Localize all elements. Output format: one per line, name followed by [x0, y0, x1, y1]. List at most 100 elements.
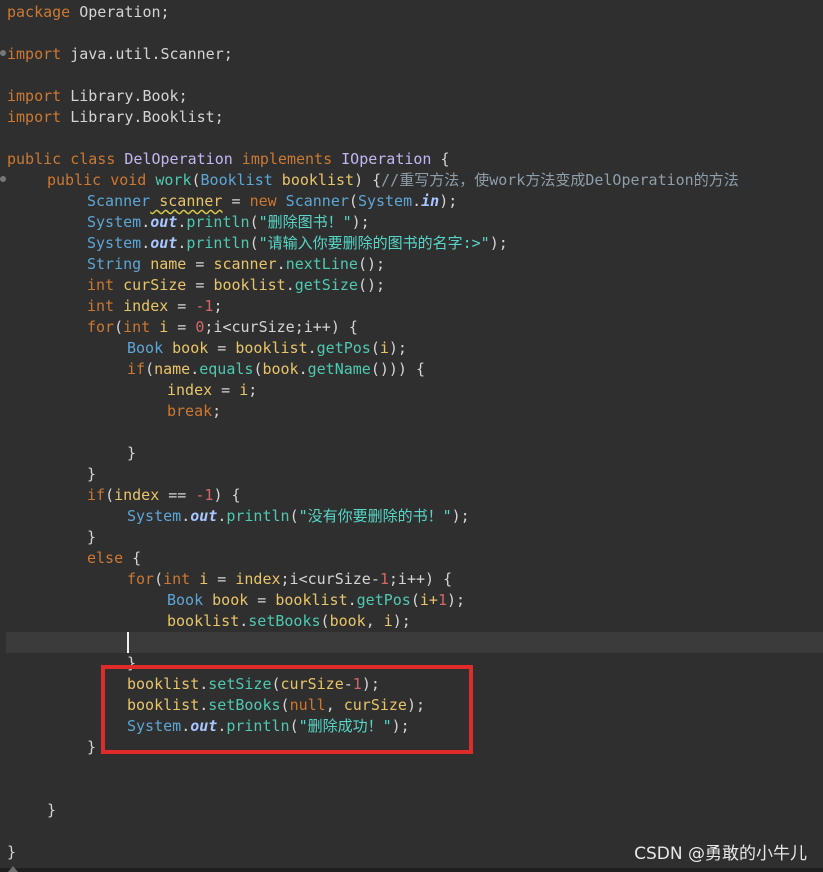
operator: = [186, 276, 214, 294]
code-line: public class DelOperation implements IOp… [7, 149, 450, 170]
horizontal-scrollbar[interactable] [0, 868, 823, 872]
method-call: println [186, 213, 250, 231]
method-call: getPos [316, 339, 371, 357]
variable: i+ [419, 591, 438, 609]
punctuation: ( [249, 213, 259, 231]
keyword: new [249, 192, 277, 210]
punctuation: ( [410, 591, 420, 609]
string-literal: "删除图书！" [258, 213, 352, 231]
punctuation: ); [388, 339, 407, 357]
punctuation: . [177, 213, 187, 231]
punctuation: ( [154, 570, 164, 588]
code-line: } [87, 737, 96, 758]
keyword: int [87, 297, 115, 315]
punctuation: ( [249, 234, 259, 252]
variable: name [141, 255, 187, 273]
type-name: Book [167, 591, 204, 609]
type-name: Scanner [276, 192, 349, 210]
code-line: } [47, 800, 56, 821]
string-literal: "请输入你要删除的图书的名字:>" [258, 234, 490, 252]
punctuation: ) { [213, 486, 241, 504]
code-line: int curSize = booklist.getSize(); [87, 275, 385, 296]
punctuation: { [431, 150, 450, 168]
method-call: println [226, 507, 290, 525]
punctuation: ); [451, 507, 470, 525]
method-call: getName [307, 360, 371, 378]
fold-marker-icon[interactable] [0, 50, 6, 56]
scroll-up-arrow-icon[interactable] [8, 866, 18, 872]
operator: = [186, 255, 214, 273]
code-line: if(index == -1) { [87, 485, 241, 506]
punctuation: ( [145, 360, 155, 378]
number-literal: -1 [195, 486, 214, 504]
punctuation: ( [370, 339, 380, 357]
code-line: int index = -1; [87, 296, 222, 317]
code-line: } [127, 443, 136, 464]
punctuation: . [347, 591, 357, 609]
punctuation: (); [357, 255, 386, 273]
type-name: System [357, 192, 413, 210]
comment: //重写方法，使work方法变成DelOperation的方法 [381, 171, 739, 189]
variable: index [114, 486, 160, 504]
operator: = [212, 381, 240, 399]
variable: booklist [213, 276, 286, 294]
static-field: out [150, 234, 178, 252]
punctuation: ( [289, 507, 299, 525]
variable: booklist [167, 612, 240, 630]
variable: book [329, 612, 366, 630]
variable: index [235, 570, 281, 588]
operator: = [168, 318, 196, 336]
punctuation: . [239, 612, 249, 630]
punctuation: ) { [354, 171, 382, 189]
variable: i [190, 570, 209, 588]
package-name: Operation; [70, 3, 170, 21]
number-literal: 1 [379, 570, 389, 588]
code-line: public void work(Booklist booklist) {//重… [47, 170, 739, 191]
string-literal: "没有你要删除的书！" [298, 507, 452, 525]
punctuation: (); [357, 276, 386, 294]
import-path: Library.Booklist; [61, 108, 224, 126]
code-line: booklist.setBooks(book, i); [167, 611, 411, 632]
code-editor[interactable]: package Operation; import java.util.Scan… [0, 0, 823, 872]
punctuation: . [217, 507, 227, 525]
code-line: Book book = booklist.getPos(i+1); [167, 590, 465, 611]
csdn-watermark: CSDN @勇敢的小牛儿 [634, 844, 807, 864]
brace: } [87, 738, 97, 756]
punctuation: , [365, 612, 384, 630]
code-text: ;i<curSize- [280, 570, 380, 588]
punctuation: . [298, 360, 308, 378]
punctuation: ); [489, 234, 508, 252]
keyword: for [127, 570, 155, 588]
keyword: public void [47, 171, 147, 189]
brace: } [7, 843, 17, 861]
variable: book [262, 360, 299, 378]
code-line: } [87, 464, 96, 485]
variable: index [167, 381, 213, 399]
variable: scanner [213, 255, 277, 273]
red-annotation-box [101, 665, 473, 754]
code-line: System.out.println("请输入你要删除的图书的名字:>"); [87, 233, 508, 254]
variable: booklist [235, 339, 308, 357]
code-line: } [7, 842, 16, 863]
variable: scanner [150, 192, 223, 210]
variable: i [379, 339, 389, 357]
keyword: int [123, 318, 151, 336]
punctuation: . [177, 234, 187, 252]
method-call: getSize [294, 276, 358, 294]
type-name: Book [127, 339, 164, 357]
punctuation: ; [213, 297, 223, 315]
import-path: Library.Book; [61, 87, 188, 105]
keyword: break [167, 402, 213, 420]
fold-marker-icon[interactable] [0, 176, 6, 182]
operator: = [208, 339, 236, 357]
type-name: System [127, 507, 182, 525]
interface-name: IOperation [332, 150, 432, 168]
code-line: String name = scanner.nextLine(); [87, 254, 385, 275]
operator: = [248, 591, 276, 609]
punctuation: ); [392, 612, 411, 630]
brace: } [87, 528, 97, 546]
punctuation: . [276, 255, 286, 273]
punctuation: . [307, 339, 317, 357]
parameter: booklist [272, 171, 355, 189]
variable: book [203, 591, 249, 609]
